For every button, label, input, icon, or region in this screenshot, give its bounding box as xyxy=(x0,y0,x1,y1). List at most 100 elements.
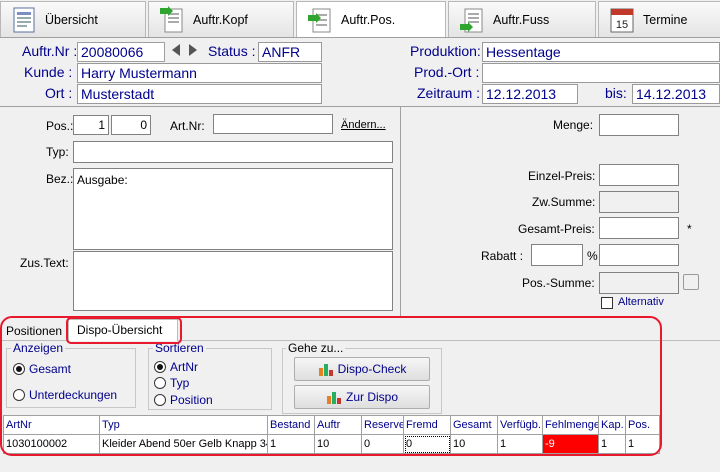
col-header[interactable]: Typ xyxy=(99,415,268,435)
gehe-zu-title: Gehe zu... xyxy=(286,341,346,355)
radio-gesamt[interactable] xyxy=(13,363,25,375)
radio-artnr[interactable] xyxy=(154,361,166,373)
radio-position-label: Position xyxy=(170,393,213,407)
document-position-icon xyxy=(307,6,333,34)
calendar-icon: 15 xyxy=(609,6,635,34)
pos-summe-field xyxy=(599,272,679,294)
bez-textarea[interactable]: Ausgabe: xyxy=(73,168,393,250)
status-field: ANFR xyxy=(258,42,322,62)
col-header[interactable]: ArtNr xyxy=(3,415,100,435)
col-header[interactable]: Kap. xyxy=(598,415,626,435)
zus-text-textarea[interactable] xyxy=(73,251,393,311)
status-label: Status : xyxy=(208,43,256,59)
pricing-panel: Menge: Einzel-Preis: Zw.Summe: Gesamt-Pr… xyxy=(401,107,720,317)
next-order-icon[interactable] xyxy=(186,43,200,60)
cell-artnr[interactable]: 1030100002 xyxy=(3,434,100,454)
kunde-field: Harry Mustermann xyxy=(77,63,322,83)
col-header[interactable]: Verfügb. xyxy=(497,415,543,435)
cell-verfuegb[interactable]: 1 xyxy=(497,434,543,454)
cell-auftr[interactable]: 10 xyxy=(314,434,362,454)
pos-label: Pos.: xyxy=(46,119,74,133)
cell-reserve[interactable]: 0 xyxy=(361,434,404,454)
zw-summe-field xyxy=(599,191,679,213)
table-row[interactable]: 1030100002 Kleider Abend 50er Gelb Knapp… xyxy=(3,434,660,454)
artnr-input[interactable] xyxy=(213,114,333,134)
artnr-label: Art.Nr: xyxy=(170,119,205,133)
menge-label: Menge: xyxy=(553,118,594,132)
tab-auftr-kopf[interactable]: Auftr.Kopf xyxy=(148,1,294,37)
zur-dispo-button[interactable]: Zur Dispo xyxy=(294,385,430,409)
alternativ-label: Alternativ xyxy=(618,296,664,308)
prod-ort-label: Prod.-Ort : xyxy=(414,64,480,80)
col-header[interactable]: Pos. xyxy=(625,415,660,435)
einzel-preis-input[interactable] xyxy=(599,164,679,186)
cell-bestand[interactable]: 1 xyxy=(267,434,315,454)
order-header: Auftr.Nr : 20080066 Status : ANFR Kunde … xyxy=(0,39,720,105)
tab-label: Termine xyxy=(643,12,688,27)
tab-positionen[interactable]: Positionen xyxy=(2,321,66,340)
aendern-link[interactable]: Ändern... xyxy=(341,119,386,131)
auftr-nr-label: Auftr.Nr : xyxy=(22,43,78,59)
calendar-day: 15 xyxy=(616,19,628,31)
dispo-check-button[interactable]: Dispo-Check xyxy=(294,357,430,381)
anzeigen-group: Anzeigen Gesamt Unterdeckungen xyxy=(6,341,136,408)
pos-input-1[interactable]: 1 xyxy=(73,115,109,135)
radio-unterdeckungen[interactable] xyxy=(13,389,25,401)
cell-fremd[interactable]: 0 xyxy=(403,434,451,454)
sortieren-title: Sortieren xyxy=(153,341,206,355)
col-header[interactable]: Fremd xyxy=(403,415,451,435)
gesamt-preis-label: Gesamt-Preis: xyxy=(518,222,595,236)
col-header[interactable]: Bestand xyxy=(267,415,315,435)
radio-position[interactable] xyxy=(154,394,166,406)
anzeigen-title: Anzeigen xyxy=(11,341,66,355)
bar-chart-icon xyxy=(318,362,334,376)
prev-order-icon[interactable] xyxy=(169,43,183,60)
bar-chart-icon xyxy=(326,390,342,404)
radio-artnr-label: ArtNr xyxy=(170,360,198,374)
tab-label: Auftr.Pos. xyxy=(341,12,396,27)
alternativ-checkbox[interactable] xyxy=(601,297,613,309)
radio-typ[interactable] xyxy=(154,377,166,389)
tab-termine[interactable]: 15 Termine xyxy=(598,1,720,37)
dispo-table: ArtNr Typ Bestand Auftr Reserve Fremd Ge… xyxy=(3,415,660,454)
dispo-check-label: Dispo-Check xyxy=(337,362,407,376)
typ-input[interactable] xyxy=(73,141,393,163)
menge-input[interactable] xyxy=(599,114,679,136)
auftr-nr-field[interactable]: 20080066 xyxy=(77,42,165,62)
percent-label: % xyxy=(587,249,598,263)
zw-summe-label: Zw.Summe: xyxy=(532,195,596,209)
col-header[interactable]: Auftr xyxy=(314,415,362,435)
sortieren-group: Sortieren ArtNr Typ Position xyxy=(148,341,272,410)
tab-uebersicht[interactable]: Übersicht xyxy=(0,1,146,37)
toolbar: Übersicht Auftr.Kopf Auftr.Pos. Auftr.Fu… xyxy=(0,0,720,38)
col-header[interactable]: Reserve xyxy=(361,415,404,435)
tab-auftr-fuss[interactable]: Auftr.Fuss xyxy=(448,1,596,37)
einzel-preis-label: Einzel-Preis: xyxy=(528,169,596,183)
radio-typ-label: Typ xyxy=(170,376,190,390)
cell-pos[interactable]: 1 xyxy=(625,434,660,454)
radio-gesamt-label: Gesamt xyxy=(29,362,72,376)
cell-typ[interactable]: Kleider Abend 50er Gelb Knapp 34 xyxy=(99,434,268,454)
tab-auftr-pos[interactable]: Auftr.Pos. xyxy=(296,1,446,37)
rabatt-label: Rabatt : xyxy=(481,249,524,263)
col-header[interactable]: Fehlmenge xyxy=(542,415,599,435)
cell-fehlmenge[interactable]: -9 xyxy=(542,434,599,454)
gesamt-preis-input[interactable] xyxy=(599,217,679,239)
zur-dispo-label: Zur Dispo xyxy=(345,390,398,404)
kunde-label: Kunde : xyxy=(24,64,73,80)
col-header[interactable]: Gesamt xyxy=(450,415,498,435)
zus-text-label: Zus.Text: xyxy=(20,256,69,270)
cell-gesamt[interactable]: 10 xyxy=(450,434,498,454)
rabatt-input[interactable] xyxy=(531,244,583,266)
gesamt-asterisk: * xyxy=(687,222,692,236)
pos-input-2[interactable]: 0 xyxy=(111,115,151,135)
tab-label: Positionen xyxy=(6,324,63,338)
rabatt-value-input[interactable] xyxy=(599,244,679,266)
pos-summe-extra-button[interactable] xyxy=(683,274,699,290)
ort-label: Ort : xyxy=(45,85,73,101)
tab-label: Dispo-Übersicht xyxy=(77,323,163,337)
pos-summe-label: Pos.-Summe: xyxy=(522,276,595,290)
zeitraum-label: Zeitraum : xyxy=(417,85,481,101)
tab-dispo-uebersicht[interactable]: Dispo-Übersicht xyxy=(68,319,178,341)
cell-kap[interactable]: 1 xyxy=(598,434,626,454)
